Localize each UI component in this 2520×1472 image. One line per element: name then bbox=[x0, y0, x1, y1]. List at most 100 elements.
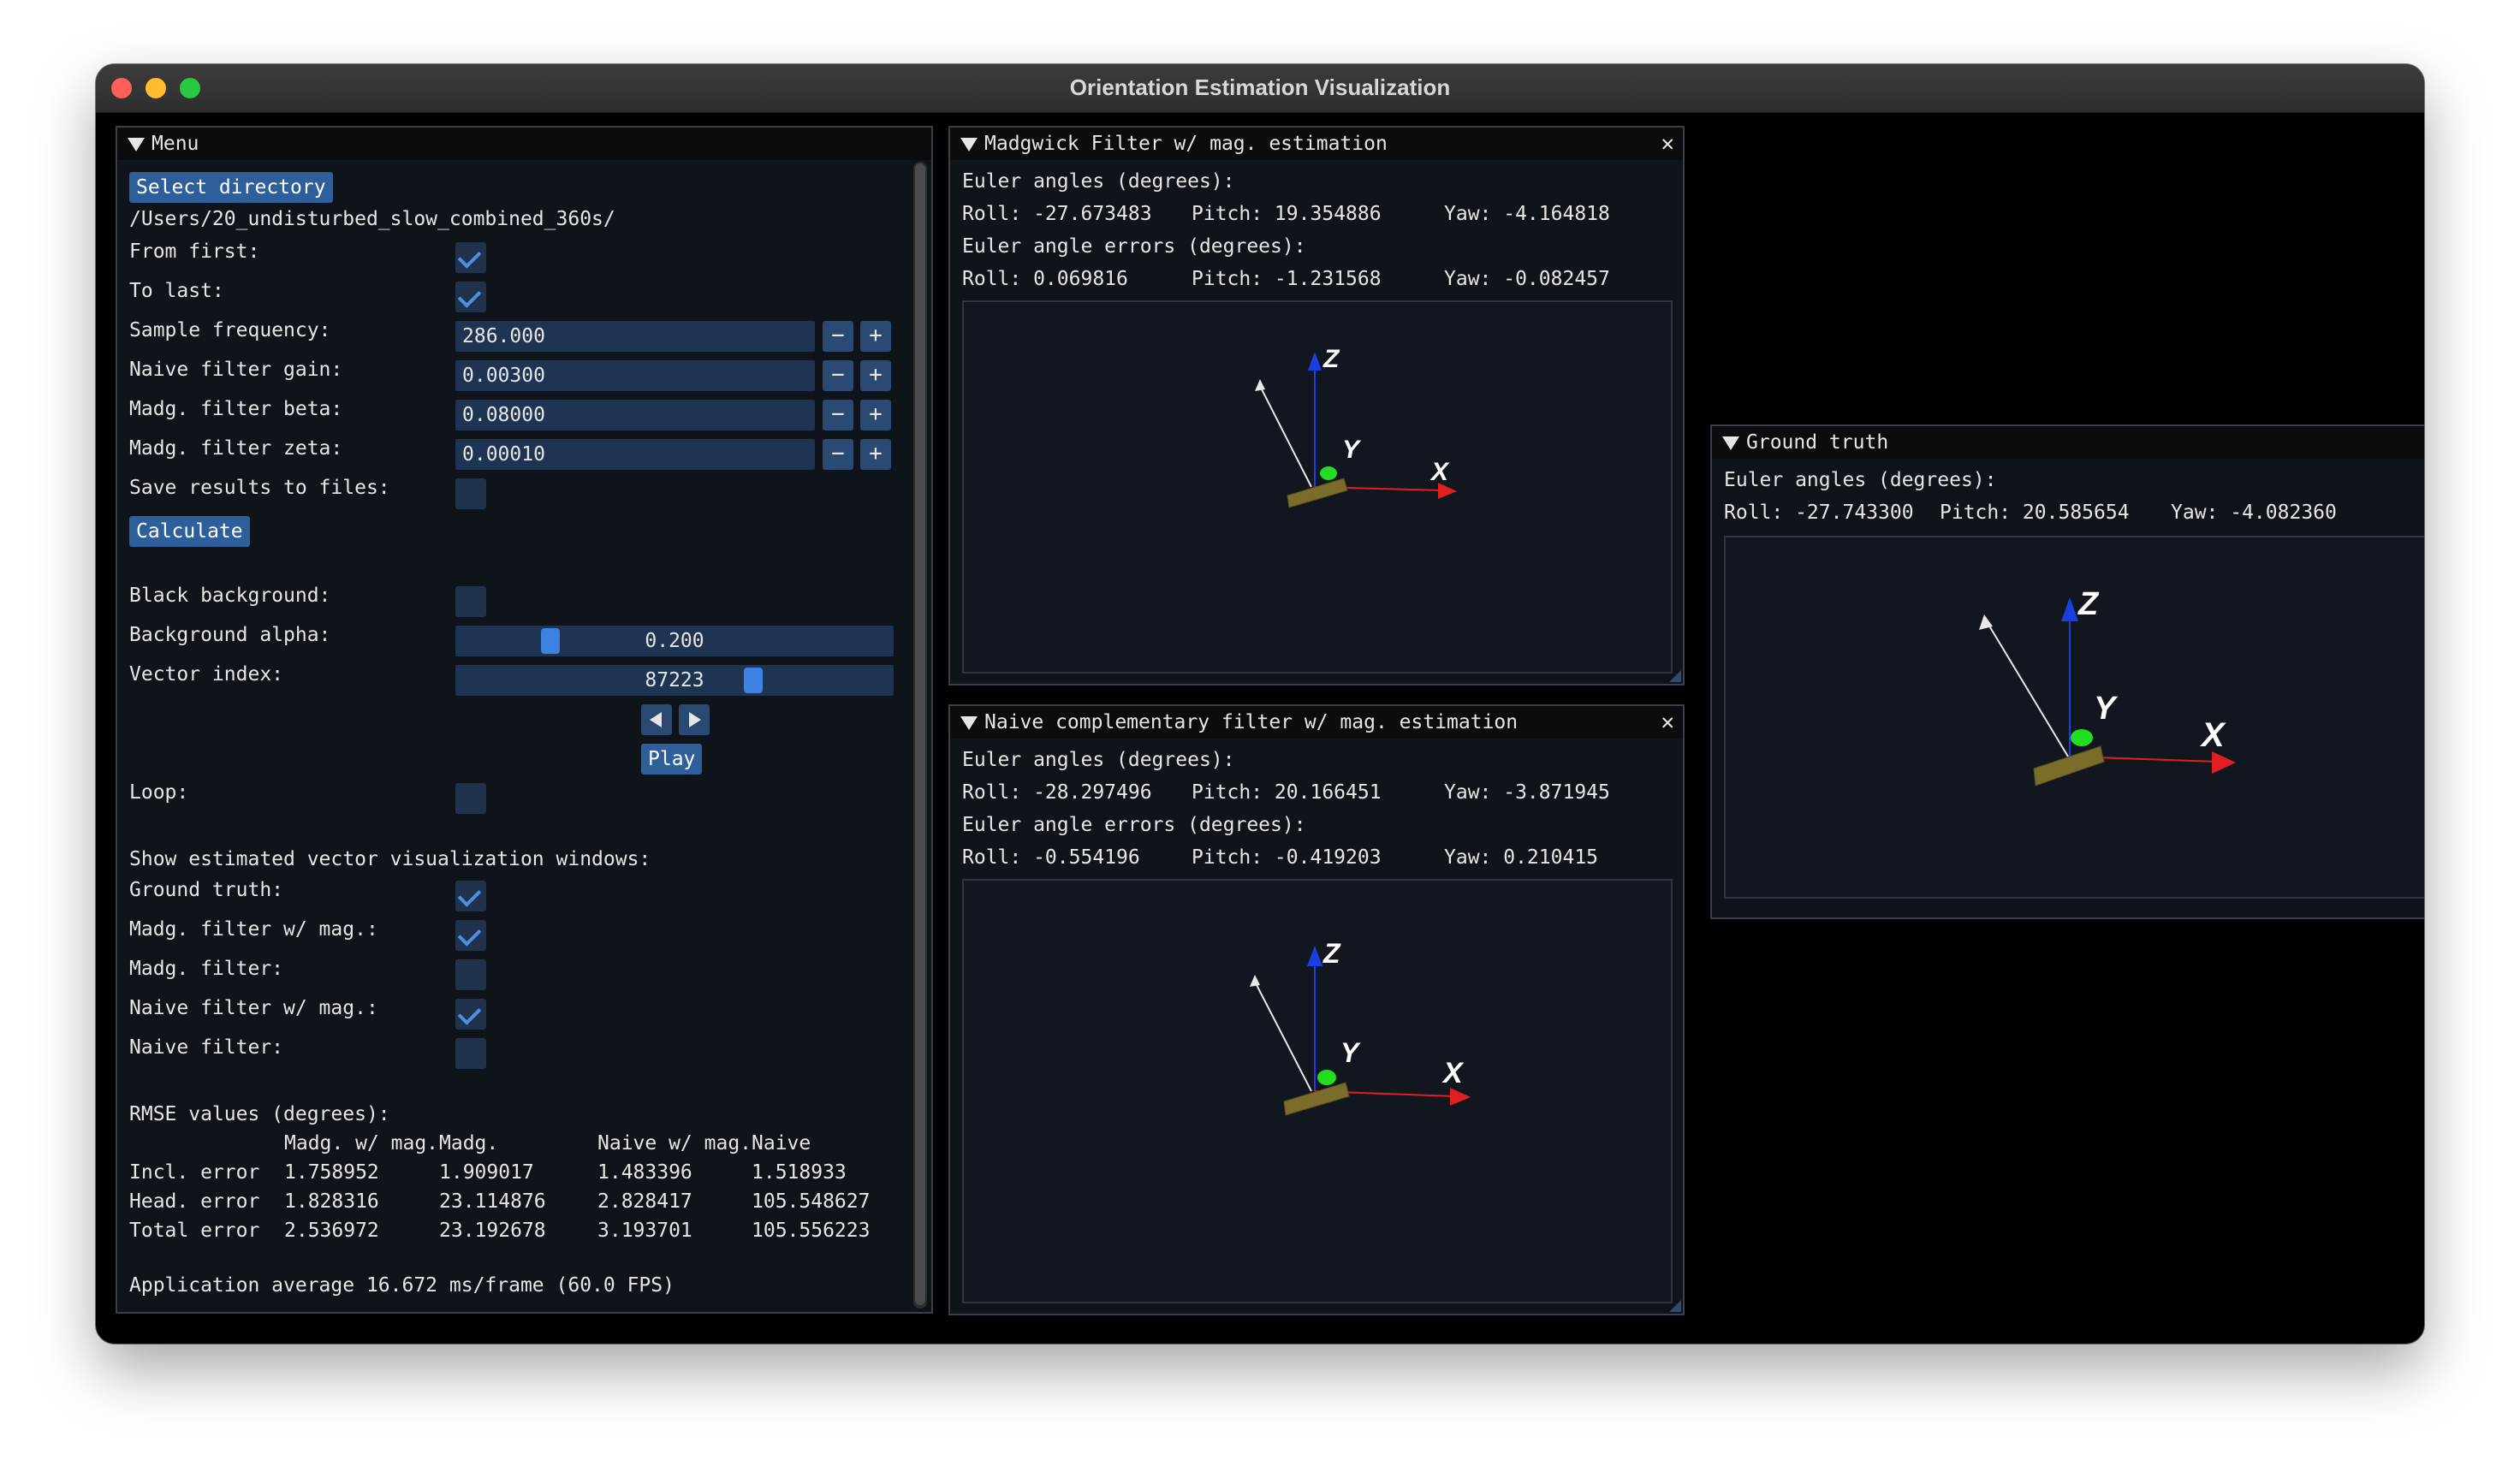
yaw-error-value: Yaw: 0.210415 bbox=[1444, 846, 1599, 869]
madg-filter-checkbox[interactable] bbox=[455, 959, 486, 990]
roll-error-value: Roll: -0.554196 bbox=[962, 846, 1140, 869]
loop-checkbox[interactable] bbox=[455, 783, 486, 814]
madg-beta-increment-button[interactable]: + bbox=[860, 400, 891, 430]
x-axis-arrow bbox=[2212, 751, 2236, 774]
madg-filter-beta-label: Madg. filter beta: bbox=[129, 398, 343, 420]
ground-truth-panel: Ground truth ✕ Euler angles (degrees): R… bbox=[1710, 424, 2424, 919]
close-icon[interactable]: ✕ bbox=[1661, 706, 1674, 739]
ground-truth-label: Ground truth: bbox=[129, 879, 284, 901]
yaw-value: Yaw: -4.082360 bbox=[2171, 502, 2337, 524]
title-bar: Orientation Estimation Visualization bbox=[96, 64, 2424, 113]
naive-panel-header[interactable]: Naive complementary filter w/ mag. estim… bbox=[950, 706, 1683, 739]
ground-truth-3d-view[interactable]: Z Y X bbox=[1724, 536, 2424, 899]
naive-axes-graphic: Z Y X bbox=[1250, 938, 1471, 1116]
x-axis-label: X bbox=[2200, 716, 2226, 754]
sample-frequency-decrement-button[interactable]: − bbox=[823, 321, 853, 352]
calculate-button[interactable]: Calculate bbox=[129, 516, 250, 547]
menu-scrollbar[interactable] bbox=[913, 162, 927, 1309]
madg-filter-mag-checkbox[interactable] bbox=[455, 920, 486, 951]
madg-filter-beta-input[interactable]: 0.08000 bbox=[455, 400, 815, 430]
save-results-checkbox[interactable] bbox=[455, 478, 486, 509]
show-windows-heading: Show estimated vector visualization wind… bbox=[129, 848, 651, 870]
rmse-col-header: Naive bbox=[752, 1132, 811, 1154]
y-axis-label: Y bbox=[1342, 436, 1362, 464]
save-results-label: Save results to files: bbox=[129, 477, 390, 499]
menu-panel-header[interactable]: Menu bbox=[117, 128, 931, 160]
rmse-row-label: Total error bbox=[129, 1220, 260, 1242]
naive-panel: Naive complementary filter w/ mag. estim… bbox=[948, 704, 1685, 1315]
vector-index-slider[interactable]: 87223 bbox=[455, 665, 894, 696]
naive-filter-checkbox[interactable] bbox=[455, 1038, 486, 1069]
madg-zeta-increment-button[interactable]: + bbox=[860, 439, 891, 470]
collapse-triangle-icon[interactable] bbox=[960, 138, 978, 151]
rmse-cell: 2.536972 bbox=[284, 1220, 379, 1242]
euler-errors-heading: Euler angle errors (degrees): bbox=[962, 814, 1306, 836]
background-alpha-slider[interactable]: 0.200 bbox=[455, 626, 894, 656]
to-last-checkbox[interactable] bbox=[455, 282, 486, 312]
euler-angles-heading: Euler angles (degrees): bbox=[1724, 469, 1997, 491]
close-icon[interactable]: ✕ bbox=[1661, 128, 1674, 160]
rmse-cell: 23.192678 bbox=[439, 1220, 546, 1242]
madg-filter-label: Madg. filter: bbox=[129, 958, 284, 980]
resize-grip[interactable] bbox=[1669, 1300, 1681, 1312]
rmse-cell: 105.556223 bbox=[752, 1220, 871, 1242]
naive-filter-mag-checkbox[interactable] bbox=[455, 999, 486, 1030]
rmse-cell: 1.758952 bbox=[284, 1161, 379, 1184]
z-axis-arrow bbox=[2061, 597, 2078, 621]
y-axis-marker bbox=[1320, 466, 1337, 480]
close-icon[interactable]: ✕ bbox=[2422, 426, 2424, 459]
rmse-cell: 105.548627 bbox=[752, 1190, 871, 1213]
sample-frequency-increment-button[interactable]: + bbox=[860, 321, 891, 352]
play-button[interactable]: Play bbox=[641, 744, 703, 775]
madgwick-panel-header[interactable]: Madgwick Filter w/ mag. estimation ✕ bbox=[950, 128, 1683, 160]
euler-angles-heading: Euler angles (degrees): bbox=[962, 170, 1235, 193]
ground-truth-checkbox[interactable] bbox=[455, 881, 486, 911]
menu-title: Menu bbox=[152, 133, 199, 155]
madg-beta-decrement-button[interactable]: − bbox=[823, 400, 853, 430]
madgwick-3d-view[interactable]: Z Y X bbox=[962, 300, 1673, 674]
collapse-triangle-icon[interactable] bbox=[128, 138, 145, 151]
pitch-value: Pitch: 20.585654 bbox=[1940, 502, 2130, 524]
roll-value: Roll: -27.673483 bbox=[962, 203, 1152, 225]
madg-zeta-decrement-button[interactable]: − bbox=[823, 439, 853, 470]
ground-truth-panel-header[interactable]: Ground truth ✕ bbox=[1712, 426, 2424, 459]
naive-filter-gain-input[interactable]: 0.00300 bbox=[455, 360, 815, 391]
sensor-board bbox=[1287, 478, 1348, 508]
sensor-board bbox=[1283, 1082, 1350, 1116]
vector-index-label: Vector index: bbox=[129, 663, 284, 686]
pitch-value: Pitch: 19.354886 bbox=[1192, 203, 1382, 225]
background-alpha-label: Background alpha: bbox=[129, 624, 331, 646]
rmse-cell: 1.518933 bbox=[752, 1161, 847, 1184]
z-axis-label: Z bbox=[1322, 938, 1341, 969]
sample-frequency-input[interactable]: 286.000 bbox=[455, 321, 815, 352]
naive-gain-increment-button[interactable]: + bbox=[860, 360, 891, 391]
from-first-checkbox[interactable] bbox=[455, 242, 486, 273]
collapse-triangle-icon[interactable] bbox=[1722, 436, 1739, 450]
step-forward-button[interactable] bbox=[679, 704, 710, 735]
step-back-button[interactable] bbox=[641, 704, 672, 735]
rmse-cell: 2.828417 bbox=[597, 1190, 692, 1213]
rmse-col-header: Naive w/ mag. bbox=[597, 1132, 752, 1154]
pitch-error-value: Pitch: -1.231568 bbox=[1192, 268, 1382, 290]
collapse-triangle-icon[interactable] bbox=[960, 716, 978, 730]
estimate-vector-arrow bbox=[1255, 379, 1265, 391]
madg-filter-zeta-label: Madg. filter zeta: bbox=[129, 437, 343, 460]
euler-errors-heading: Euler angle errors (degrees): bbox=[962, 235, 1306, 258]
select-directory-button[interactable]: Select directory bbox=[129, 172, 333, 203]
resize-grip[interactable] bbox=[1669, 670, 1681, 682]
yaw-value: Yaw: -4.164818 bbox=[1444, 203, 1610, 225]
madg-filter-zeta-input[interactable]: 0.00010 bbox=[455, 439, 815, 470]
vector-index-value: 87223 bbox=[645, 669, 704, 691]
x-axis-label: X bbox=[1441, 1057, 1465, 1089]
menu-scrollbar-thumb[interactable] bbox=[915, 163, 925, 1305]
rmse-row-label: Head. error bbox=[129, 1190, 260, 1213]
y-axis-label: Y bbox=[1340, 1037, 1361, 1068]
z-axis-label: Z bbox=[1322, 345, 1340, 373]
y-axis-marker bbox=[1317, 1070, 1336, 1085]
naive-gain-decrement-button[interactable]: − bbox=[823, 360, 853, 391]
black-background-checkbox[interactable] bbox=[455, 586, 486, 617]
rmse-cell: 23.114876 bbox=[439, 1190, 546, 1213]
rmse-cell: 1.909017 bbox=[439, 1161, 534, 1184]
naive-3d-view[interactable]: Z Y X bbox=[962, 879, 1673, 1303]
rmse-col-header: Madg. bbox=[439, 1132, 499, 1154]
